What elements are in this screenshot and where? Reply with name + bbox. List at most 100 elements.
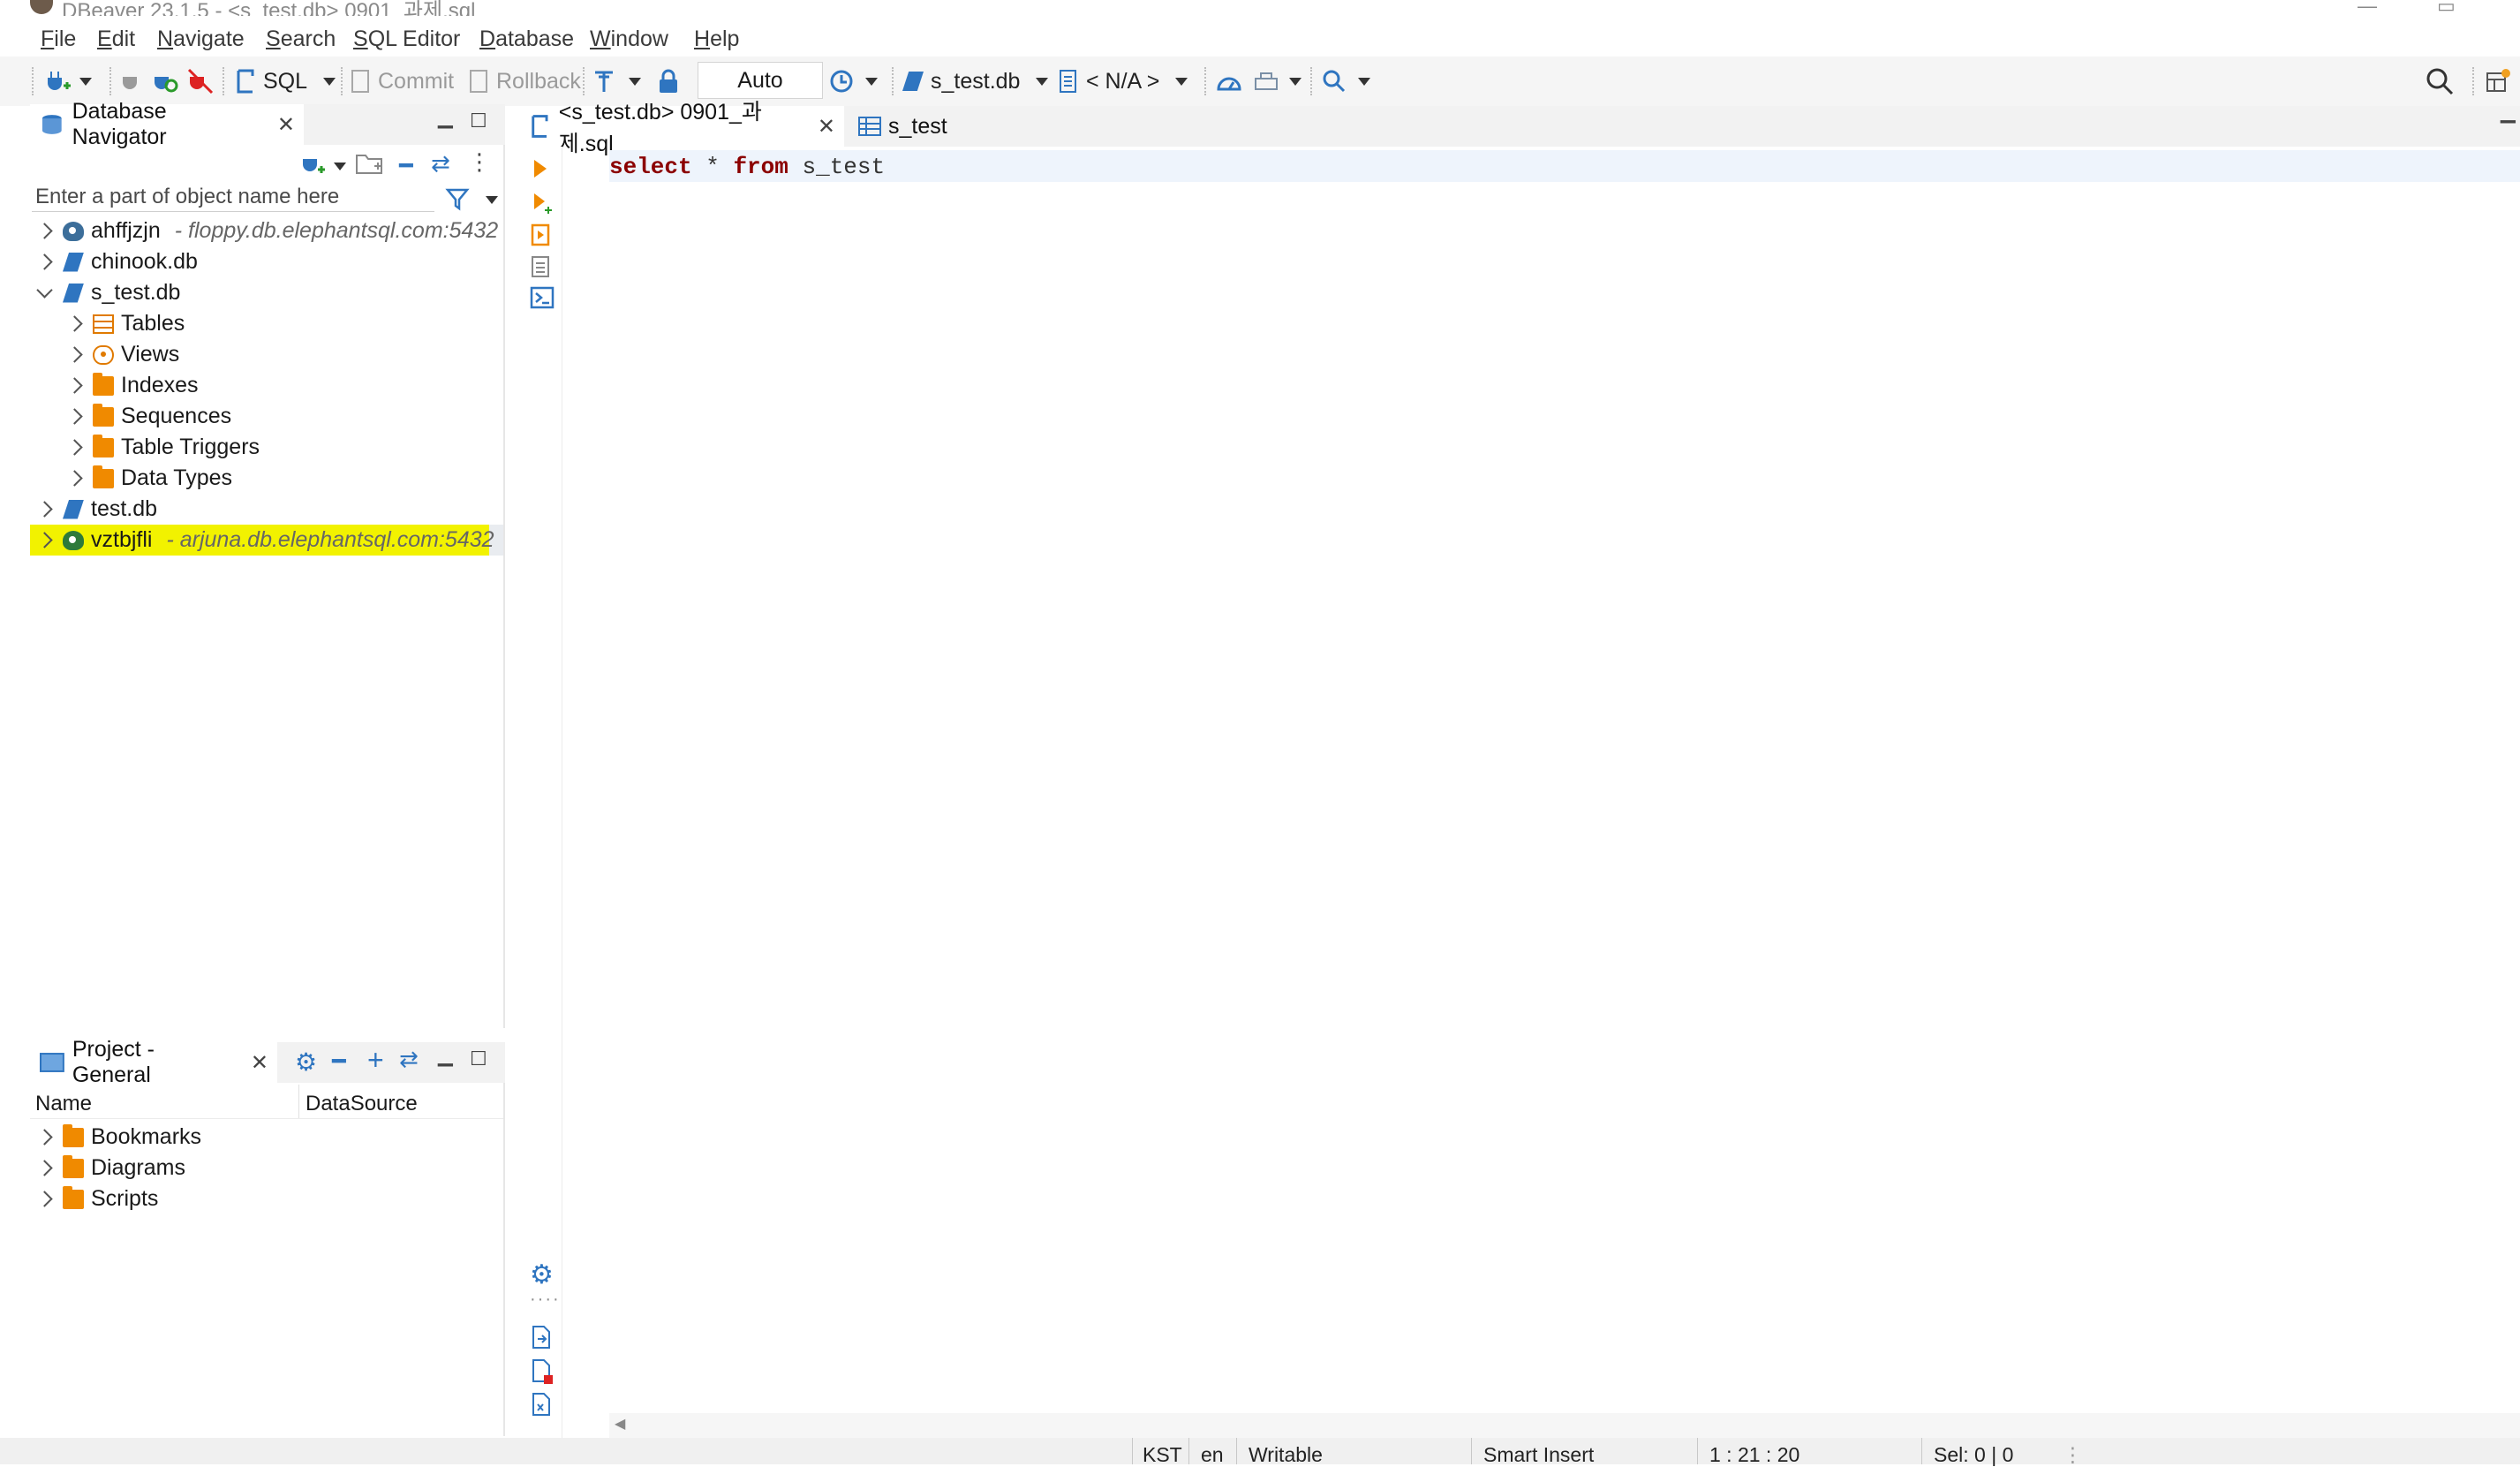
collapse-all-icon[interactable]: ━: [332, 1047, 346, 1075]
tree-item-sequences[interactable]: Sequences: [66, 401, 231, 432]
minimize-icon[interactable]: ▁: [438, 1044, 453, 1067]
rollback-button[interactable]: Rollback: [468, 65, 581, 97]
execute-statement-button[interactable]: [532, 157, 549, 185]
tree-item-connection[interactable]: s_test.db: [36, 277, 180, 308]
explain-plan-button[interactable]: [530, 254, 553, 284]
tab-sql-script[interactable]: <s_test.db> 0901_과제.sql ✕: [519, 100, 844, 156]
tree-item-indexes[interactable]: Indexes: [66, 370, 199, 401]
menu-window[interactable]: Window: [590, 26, 668, 52]
tab-database-navigator[interactable]: Database Navigator ✕: [30, 99, 304, 149]
tools-button[interactable]: [1252, 65, 1301, 97]
dashboard-button[interactable]: [1215, 65, 1243, 97]
scroll-left-icon[interactable]: ◀: [615, 1415, 625, 1433]
new-connection-button[interactable]: [44, 65, 92, 97]
commit-button[interactable]: Commit: [350, 65, 454, 97]
terminal-button[interactable]: [530, 286, 555, 314]
new-connection-button[interactable]: [300, 150, 327, 181]
minimize-icon[interactable]: ▁: [438, 106, 453, 129]
maximize-icon[interactable]: ☐: [470, 1047, 487, 1070]
chevron-down-icon[interactable]: [323, 77, 336, 86]
menu-file[interactable]: File: [41, 26, 76, 52]
tree-item-connection-selected[interactable]: vztbjfli - arjuna.db.elephantsql.com:543…: [36, 525, 494, 556]
close-icon[interactable]: ✕: [277, 112, 295, 138]
tree-item-connection[interactable]: test.db: [36, 494, 157, 525]
tab-project-general[interactable]: Project - General ✕: [30, 1037, 277, 1087]
chevron-down-icon[interactable]: [1358, 77, 1370, 86]
project-item-bookmarks[interactable]: Bookmarks: [36, 1122, 201, 1153]
sql-editor-button[interactable]: SQL: [233, 65, 336, 97]
menu-help[interactable]: Help: [694, 26, 739, 52]
gear-icon[interactable]: ⚙: [295, 1047, 317, 1077]
chevron-right-icon[interactable]: [36, 223, 53, 239]
close-icon[interactable]: ✕: [818, 114, 835, 140]
menu-navigate[interactable]: Navigate: [157, 26, 245, 52]
project-item-scripts[interactable]: Scripts: [36, 1183, 158, 1214]
chevron-down-icon[interactable]: [334, 163, 346, 170]
problems-button[interactable]: [530, 1358, 555, 1389]
column-header-name[interactable]: Name: [35, 1092, 92, 1116]
chevron-down-icon[interactable]: [629, 77, 641, 86]
menu-search[interactable]: Search: [266, 26, 336, 52]
chevron-down-icon[interactable]: [1289, 77, 1301, 86]
maximize-icon[interactable]: ☐: [470, 110, 487, 132]
tree-item-data-types[interactable]: Data Types: [66, 463, 232, 494]
execute-script-button[interactable]: [530, 223, 553, 252]
chevron-right-icon[interactable]: [36, 1160, 53, 1176]
view-menu-icon[interactable]: ⋮: [468, 148, 491, 176]
menu-edit[interactable]: Edit: [97, 26, 135, 52]
new-folder-button[interactable]: [355, 150, 385, 181]
collapse-all-icon[interactable]: ━: [399, 152, 413, 179]
menu-sql-editor[interactable]: SQL Editor: [353, 26, 460, 52]
chevron-down-icon[interactable]: [1175, 77, 1188, 86]
horizontal-scrollbar[interactable]: ◀: [609, 1413, 2520, 1438]
menu-database[interactable]: Database: [479, 26, 574, 52]
tree-item-table-triggers[interactable]: Table Triggers: [66, 432, 260, 463]
chevron-right-icon[interactable]: [36, 1191, 53, 1207]
tree-item-connection[interactable]: chinook.db: [36, 246, 198, 277]
close-icon[interactable]: ✕: [251, 1050, 268, 1076]
chevron-right-icon[interactable]: [66, 377, 83, 394]
active-schema-selector[interactable]: < N/A >: [1058, 65, 1188, 97]
chevron-right-icon[interactable]: [66, 315, 83, 332]
transaction-mode-button[interactable]: [592, 65, 641, 97]
more-icon[interactable]: ····: [530, 1289, 561, 1310]
chevron-right-icon[interactable]: [36, 532, 53, 548]
navigator-filter-input[interactable]: [32, 182, 434, 212]
chevron-down-icon[interactable]: [36, 282, 53, 299]
sql-code-line[interactable]: select * from s_test: [609, 154, 885, 180]
chevron-right-icon[interactable]: [66, 346, 83, 363]
transaction-mode-field[interactable]: Auto: [698, 62, 823, 99]
execute-new-tab-button[interactable]: [532, 191, 553, 220]
lock-button[interactable]: [657, 65, 680, 97]
chevron-right-icon[interactable]: [36, 501, 53, 518]
tab-table[interactable]: s_test: [849, 106, 966, 147]
minimize-icon[interactable]: ▁: [2501, 101, 2516, 124]
maximize-icon[interactable]: ▭: [2437, 0, 2456, 18]
variables-button[interactable]: [530, 1392, 553, 1421]
chevron-down-icon[interactable]: [865, 77, 878, 86]
minimize-icon[interactable]: —: [2358, 0, 2377, 18]
connect-button[interactable]: [120, 65, 141, 97]
export-button[interactable]: [530, 1325, 553, 1354]
reconnect-button[interactable]: [152, 65, 178, 97]
active-datasource-selector[interactable]: s_test.db: [902, 65, 1049, 97]
tree-item-tables[interactable]: Tables: [66, 308, 185, 339]
chevron-right-icon[interactable]: [36, 1129, 53, 1146]
search-dropdown-button[interactable]: [1321, 65, 1370, 97]
chevron-right-icon[interactable]: [66, 408, 83, 425]
link-with-editor-icon[interactable]: ⇄: [431, 150, 450, 178]
tree-item-connection[interactable]: ahffjzjn - floppy.db.elephantsql.com:543…: [36, 216, 498, 246]
chevron-right-icon[interactable]: [36, 253, 53, 270]
perspective-button[interactable]: [2485, 65, 2511, 97]
link-with-editor-icon[interactable]: ⇄: [399, 1046, 419, 1073]
column-header-datasource[interactable]: DataSource: [306, 1092, 418, 1116]
chevron-right-icon[interactable]: [66, 439, 83, 456]
chevron-down-icon[interactable]: [1036, 77, 1049, 86]
chevron-down-icon[interactable]: [486, 196, 498, 204]
project-item-diagrams[interactable]: Diagrams: [36, 1153, 185, 1183]
gear-icon[interactable]: ⚙: [530, 1259, 554, 1290]
global-search-button[interactable]: [2425, 65, 2455, 97]
chevron-down-icon[interactable]: [79, 77, 92, 86]
disconnect-button[interactable]: [187, 65, 214, 97]
add-icon[interactable]: +: [367, 1044, 384, 1077]
